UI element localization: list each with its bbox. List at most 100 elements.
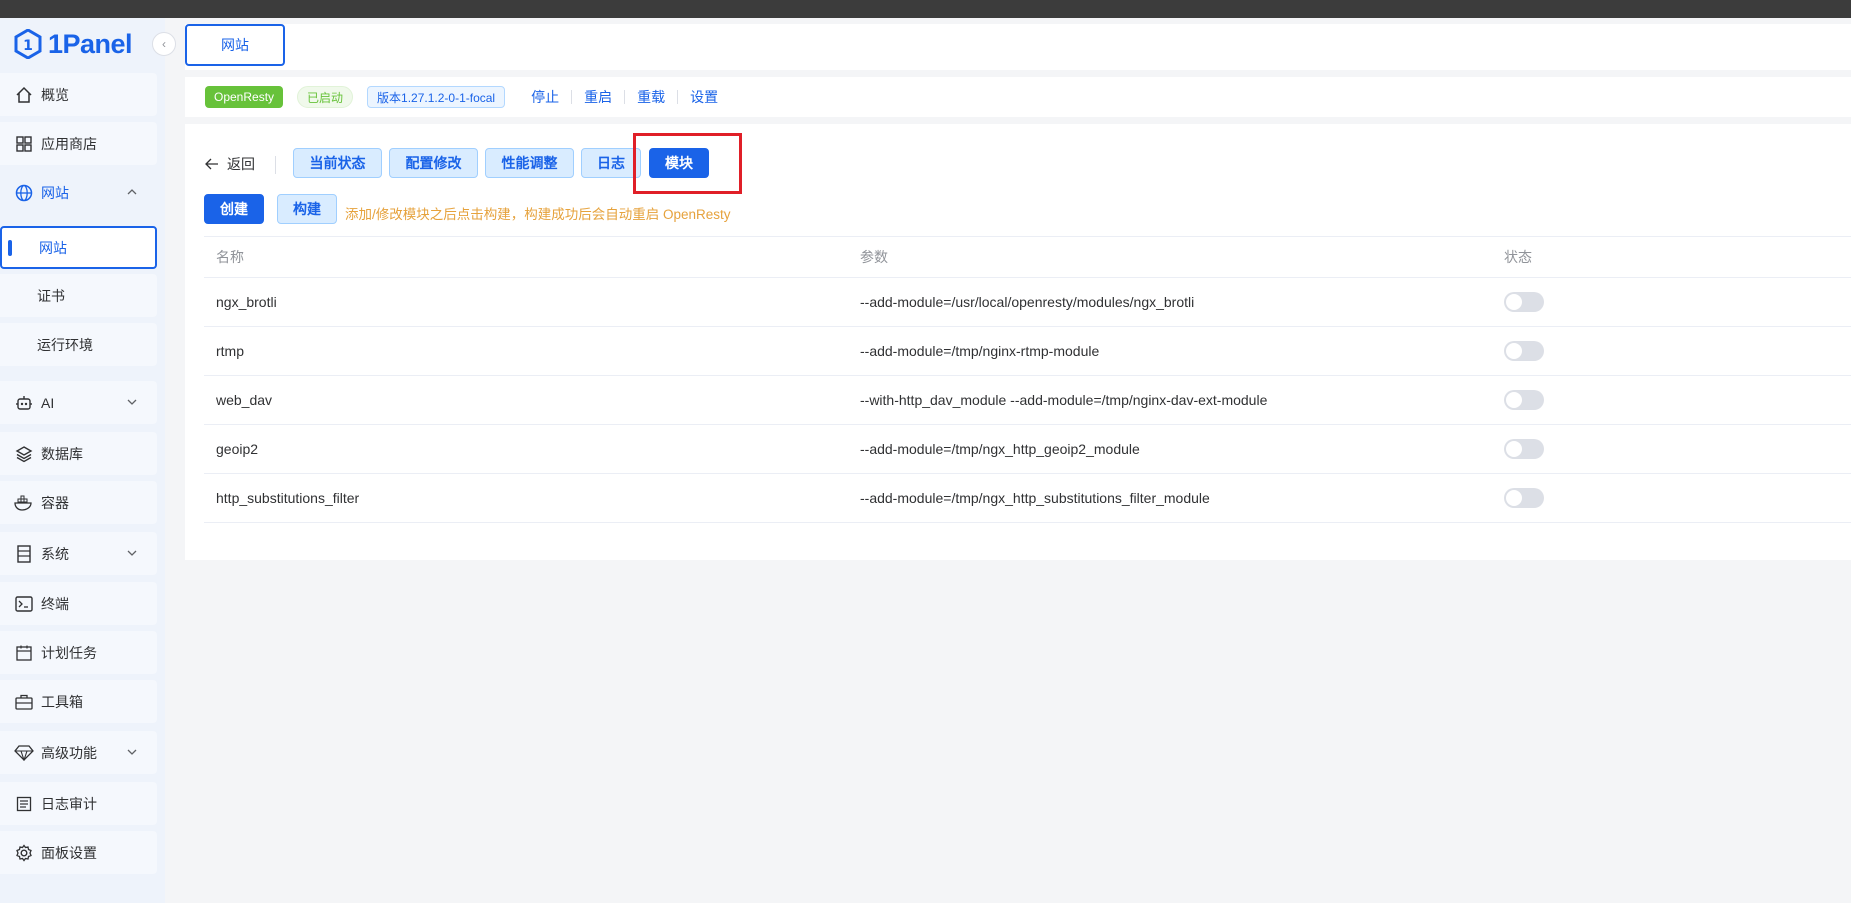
sidebar-item-label: 网站 (41, 184, 69, 201)
column-header-name: 名称 (204, 236, 848, 278)
grid-icon (14, 134, 34, 154)
sidebar-item-label: 终端 (41, 595, 69, 612)
browser-bookmarks-bar (0, 0, 1851, 18)
sidebar-item-label: 运行环境 (37, 336, 93, 353)
back-label: 返回 (227, 156, 255, 172)
sidebar-item-label: 计划任务 (41, 644, 97, 661)
tab-performance[interactable]: 性能调整 (485, 148, 574, 178)
sidebar-item-label: 概览 (41, 86, 69, 103)
collapse-sidebar-button[interactable]: ‹ (152, 32, 176, 56)
version-tag: 版本1.27.1.2-0-1-focal (367, 86, 506, 108)
module-toggle[interactable] (1504, 390, 1544, 410)
sidebar-item-label: 应用商店 (41, 135, 97, 152)
table-row: web_dav --with-http_dav_module --add-mod… (204, 375, 1851, 425)
logo-text: 1Panel (48, 28, 133, 59)
table-header-row: 名称 参数 状态 (204, 236, 1851, 278)
sidebar-item-audit-log[interactable]: 日志审计 (0, 782, 157, 825)
sidebar: 1 1Panel ‹ 概览 应用商店 网站 网站 证书 运行环境 AI 数据库 … (0, 18, 176, 903)
sidebar-item-overview[interactable]: 概览 (0, 73, 157, 116)
main-content: 网站 OpenResty 已启动 版本1.27.1.2-0-1-focal 停止… (185, 18, 1851, 903)
sidebar-item-runtime[interactable]: 运行环境 (0, 323, 157, 366)
settings-button[interactable]: 设置 (678, 90, 730, 104)
chevron-down-icon (127, 550, 137, 556)
server-icon (14, 544, 34, 564)
sidebar-item-terminal[interactable]: 终端 (0, 582, 157, 625)
table-row: rtmp --add-module=/tmp/nginx-rtmp-module (204, 326, 1851, 376)
module-params: --add-module=/tmp/ngx_http_geoip2_module (848, 424, 1492, 474)
sidebar-item-label: 工具箱 (41, 693, 83, 710)
module-params: --add-module=/tmp/nginx-rtmp-module (848, 326, 1492, 376)
calendar-icon (14, 643, 34, 663)
restart-button[interactable]: 重启 (572, 90, 626, 104)
tab-bar: 网站 (185, 24, 1851, 70)
docker-icon (14, 493, 34, 513)
chevron-up-icon (127, 189, 137, 195)
sidebar-item-panel-settings[interactable]: 面板设置 (0, 831, 157, 874)
column-header-params: 参数 (848, 236, 1492, 278)
tab-config-edit[interactable]: 配置修改 (389, 148, 478, 178)
gear-icon (14, 843, 34, 863)
app-name-tag: OpenResty (205, 86, 284, 108)
module-name: http_substitutions_filter (204, 473, 848, 523)
module-toggle[interactable] (1504, 341, 1544, 361)
chevron-left-icon: ‹ (162, 37, 166, 51)
module-toggle[interactable] (1504, 292, 1544, 312)
layers-icon (14, 444, 34, 464)
reload-button[interactable]: 重载 (625, 90, 679, 104)
sidebar-item-system[interactable]: 系统 (0, 532, 157, 575)
module-toggle[interactable] (1504, 439, 1544, 459)
module-params: --with-http_dav_module --add-module=/tmp… (848, 375, 1492, 425)
app-logo[interactable]: 1 1Panel (14, 26, 133, 62)
build-button[interactable]: 构建 (277, 194, 337, 224)
sidebar-item-toolbox[interactable]: 工具箱 (0, 680, 157, 723)
hexagon-logo-icon: 1 (14, 29, 42, 59)
sidebar-item-website[interactable]: 网站 (0, 226, 157, 269)
sidebar-item-app-store[interactable]: 应用商店 (0, 122, 157, 165)
tab-website[interactable]: 网站 (185, 24, 285, 66)
module-params: --add-module=/usr/local/openresty/module… (848, 277, 1492, 327)
robot-icon (14, 393, 34, 413)
module-toggle[interactable] (1504, 488, 1544, 508)
back-button[interactable]: 返回 (205, 154, 255, 174)
sidebar-item-ai[interactable]: AI (0, 381, 157, 424)
highlight-annotation (633, 133, 742, 194)
module-params: --add-module=/tmp/ngx_http_substitutions… (848, 473, 1492, 523)
status-badge: 已启动 (297, 86, 354, 108)
arrow-left-icon (205, 158, 218, 170)
diamond-icon (14, 743, 34, 763)
tab-logs[interactable]: 日志 (581, 148, 641, 178)
build-hint: 添加/修改模块之后点击构建，构建成功后会自动重启 OpenResty (345, 207, 731, 222)
home-icon (14, 85, 34, 105)
sidebar-item-database[interactable]: 数据库 (0, 432, 157, 475)
sidebar-item-label: 面板设置 (41, 844, 97, 861)
tab-current-status[interactable]: 当前状态 (293, 148, 382, 178)
module-name: ngx_brotli (204, 277, 848, 327)
stop-button[interactable]: 停止 (519, 90, 573, 104)
sidebar-item-label: 数据库 (41, 445, 83, 462)
sidebar-item-label: 系统 (41, 545, 69, 562)
active-indicator (8, 240, 12, 256)
sidebar-item-container[interactable]: 容器 (0, 481, 157, 524)
module-name: rtmp (204, 326, 848, 376)
terminal-icon (14, 594, 34, 614)
module-name: web_dav (204, 375, 848, 425)
table-row: geoip2 --add-module=/tmp/ngx_http_geoip2… (204, 424, 1851, 474)
sidebar-item-label: 日志审计 (41, 795, 97, 812)
sidebar-item-website-group[interactable]: 网站 (0, 171, 157, 214)
sidebar-item-label: 网站 (39, 239, 67, 256)
create-button[interactable]: 创建 (204, 194, 264, 224)
column-header-status: 状态 (1492, 236, 1851, 278)
sidebar-item-advanced[interactable]: 高级功能 (0, 731, 157, 774)
sidebar-item-certificate[interactable]: 证书 (0, 274, 157, 317)
toolbox-icon (14, 692, 34, 712)
app-status-bar: OpenResty 已启动 版本1.27.1.2-0-1-focal 停止 重启… (185, 77, 1851, 117)
globe-icon (14, 183, 34, 203)
module-panel: 返回 当前状态 配置修改 性能调整 日志 模块 创建 构建 添加/修改模块之后点… (185, 124, 1851, 560)
sidebar-item-label: AI (41, 394, 55, 411)
svg-text:1: 1 (23, 38, 33, 54)
sidebar-item-cron[interactable]: 计划任务 (0, 631, 157, 674)
toolbar-divider (275, 156, 276, 174)
sidebar-item-label: 证书 (37, 287, 65, 304)
module-name: geoip2 (204, 424, 848, 474)
chevron-down-icon (127, 399, 137, 405)
